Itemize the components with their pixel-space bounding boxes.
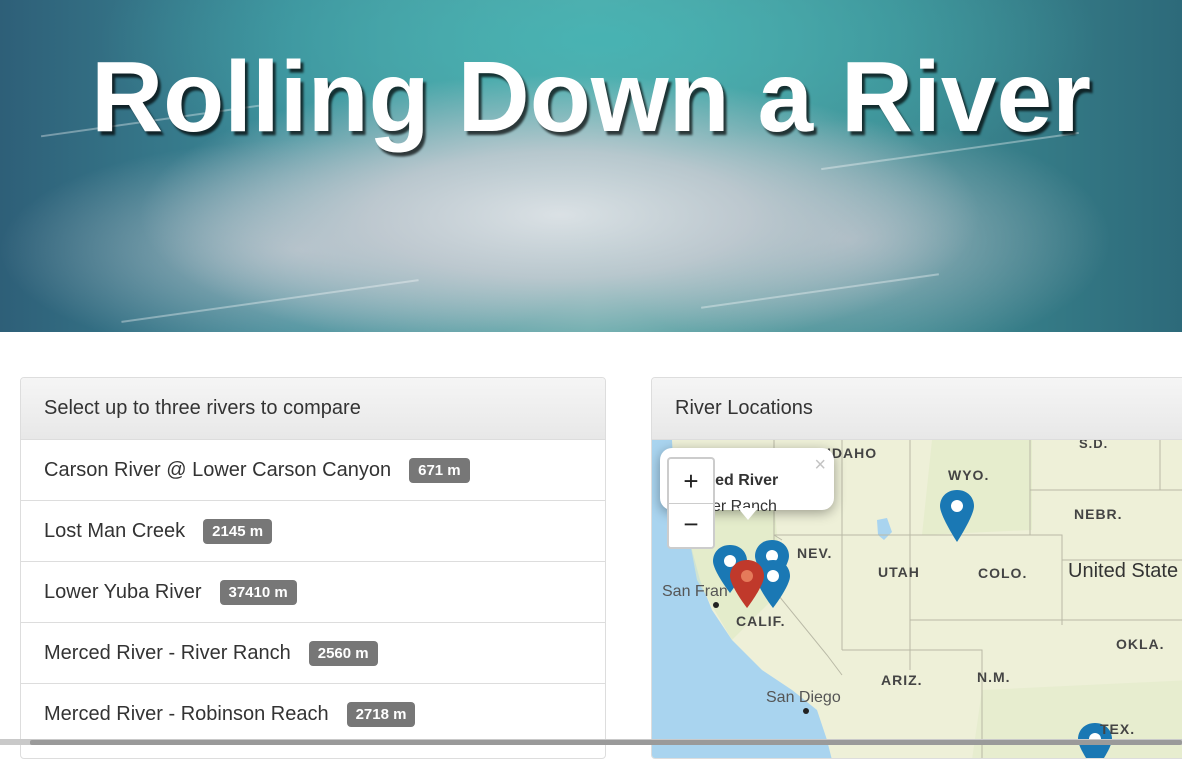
river-select-heading: Select up to three rivers to compare xyxy=(21,378,605,440)
zoom-control: + − xyxy=(667,457,715,549)
river-name: Merced River - River Ranch xyxy=(44,641,291,664)
river-name: Carson River @ Lower Carson Canyon xyxy=(44,458,392,481)
river-length-badge: 2718 m xyxy=(346,701,416,727)
map-label: IDAHO xyxy=(827,445,877,461)
river-list-item[interactable]: Lower Yuba River 37410 m xyxy=(21,562,605,623)
river-select-panel: Select up to three rivers to compare Car… xyxy=(20,377,606,759)
river-name: Merced River - Robinson Reach xyxy=(44,702,329,725)
zoom-out-button[interactable]: − xyxy=(669,504,713,548)
river-length-badge: 2145 m xyxy=(203,518,273,544)
river-list-item[interactable]: Merced River - River Ranch 2560 m xyxy=(21,623,605,684)
zoom-in-button[interactable]: + xyxy=(669,459,713,504)
map-label: United State xyxy=(1068,560,1178,582)
city-dot xyxy=(713,602,719,608)
hero-banner: Rolling Down a River xyxy=(0,0,1182,332)
map-label: S.D. xyxy=(1079,440,1108,451)
map-label: San Fran xyxy=(662,583,728,600)
map-label: OKLA. xyxy=(1116,636,1165,652)
river-locations-panel: River Locations IDAHO S.D. WYO. NEBR. NE… xyxy=(651,377,1182,759)
map-terrain xyxy=(972,680,1182,758)
river-name: Lost Man Creek xyxy=(44,519,186,542)
map-label: UTAH xyxy=(878,564,920,580)
map-terrain xyxy=(922,440,1032,535)
popup-close-button[interactable]: × xyxy=(814,454,826,477)
page-title: Rolling Down a River xyxy=(90,41,1092,153)
map-label: NEV. xyxy=(797,545,832,561)
city-dot xyxy=(803,708,809,714)
river-list-item[interactable]: Lost Man Creek 2145 m xyxy=(21,501,605,562)
river-name: Lower Yuba River xyxy=(44,580,202,603)
map-label: COLO. xyxy=(978,565,1027,581)
map-label: TEX. xyxy=(1100,721,1135,737)
river-length-badge: 2560 m xyxy=(308,640,378,666)
map-label: San Diego xyxy=(766,689,841,706)
map-label: N.M. xyxy=(977,669,1011,685)
map-label: WYO. xyxy=(948,467,989,483)
river-list-item[interactable]: Merced River - Robinson Reach 2718 m xyxy=(21,684,605,745)
map-label: CALIF. xyxy=(736,613,786,629)
map-label: NEBR. xyxy=(1074,506,1123,522)
river-map[interactable]: IDAHO S.D. WYO. NEBR. NEV. UTAH COLO. Un… xyxy=(652,440,1182,758)
river-length-badge: 671 m xyxy=(409,457,470,483)
river-list-item[interactable]: Carson River @ Lower Carson Canyon 671 m xyxy=(21,440,605,501)
river-locations-heading: River Locations xyxy=(652,378,1182,440)
map-label: ARIZ. xyxy=(881,672,923,688)
scrollbar-thumb[interactable] xyxy=(30,740,1182,745)
river-length-badge: 37410 m xyxy=(219,579,297,605)
